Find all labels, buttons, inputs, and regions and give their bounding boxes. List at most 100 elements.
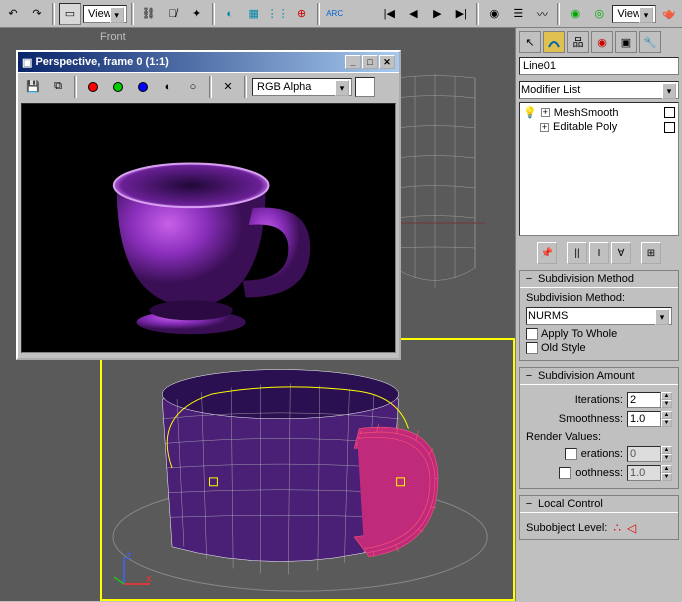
apply-whole-checkbox[interactable]: Apply To Whole (526, 328, 672, 340)
clone-icon[interactable]: ⧉ (47, 76, 69, 98)
blue-channel-icon[interactable] (132, 76, 154, 98)
modifier-label: MeshSmooth (554, 107, 619, 119)
channel-dropdown[interactable]: RGB Alpha (252, 78, 352, 96)
pin-stack-icon[interactable]: 📌 (537, 242, 557, 264)
render-iterations-spinner[interactable]: ▲▼ (627, 446, 672, 462)
modifier-stack[interactable]: 💡 + MeshSmooth + Editable Poly (519, 102, 679, 236)
subdivision-amount-rollout: Subdivision Amount Iterations: ▲▼ Smooth… (519, 367, 679, 489)
preview-title-text: Perspective, frame 0 (1:1) (35, 56, 168, 68)
modifier-item-meshsmooth[interactable]: 💡 + MeshSmooth (522, 105, 676, 120)
modify-tab-icon[interactable] (543, 31, 565, 53)
tool-layer-icon[interactable]: ☰ (507, 3, 529, 25)
hierarchy-tab-icon[interactable]: 品 (567, 31, 589, 53)
motion-tab-icon[interactable]: ◉ (591, 31, 613, 53)
expand-icon[interactable]: + (540, 123, 549, 132)
view-dropdown-1[interactable]: View (83, 5, 127, 23)
tool-quick-render-icon[interactable]: ◎ (588, 3, 610, 25)
iterations-spinner[interactable]: ▲▼ (627, 392, 672, 408)
tool-teapot-icon[interactable]: 🫖 (658, 3, 680, 25)
smoothness-label: Smoothness: (559, 413, 623, 425)
close-button[interactable]: ✕ (379, 55, 395, 69)
tool-unlink-icon[interactable]: ⛓̸ (162, 3, 184, 25)
local-control-rollout: Local Control Subobject Level: ∴ ◁ (519, 495, 679, 540)
alpha-channel-icon[interactable]: ○ (182, 76, 204, 98)
subdivision-method-rollout: Subdivision Method Subdivision Method: N… (519, 270, 679, 361)
subobject-label: Subobject Level: (526, 522, 607, 534)
render-preview-window: ▣ Perspective, frame 0 (1:1) _ □ ✕ 💾 ⧉ ◐… (16, 50, 401, 360)
modifier-list-dropdown[interactable]: Modifier List (519, 81, 679, 99)
render-iter-checkbox[interactable] (565, 448, 577, 460)
svg-text:z: z (126, 550, 132, 562)
rollout-header[interactable]: Subdivision Method (520, 271, 678, 288)
rollout-header[interactable]: Local Control (520, 496, 678, 513)
subdiv-method-label: Subdivision Method: (526, 292, 672, 304)
axis-gizmo-icon: z x (112, 549, 152, 589)
face-so-icon[interactable]: ◁ (627, 521, 636, 535)
tool-undo-icon[interactable]: ↶ (2, 3, 24, 25)
tool-key-prev-icon[interactable]: |◀ (378, 3, 400, 25)
remove-mod-icon[interactable]: ∀ (611, 242, 631, 264)
render-iter-label: erations: (581, 448, 623, 460)
render-smooth-label: oothness: (575, 467, 623, 479)
configure-icon[interactable]: ⊞ (641, 242, 661, 264)
svg-text:x: x (146, 573, 152, 585)
preview-titlebar[interactable]: ▣ Perspective, frame 0 (1:1) _ □ ✕ (18, 52, 399, 72)
save-image-icon[interactable]: 💾 (22, 76, 44, 98)
old-style-checkbox[interactable]: Old Style (526, 342, 672, 354)
smoothness-spinner[interactable]: ▲▼ (627, 411, 672, 427)
modifier-item-editpoly[interactable]: + Editable Poly (522, 120, 676, 134)
green-channel-icon[interactable] (107, 76, 129, 98)
render-smoothness-spinner[interactable]: ▲▼ (627, 465, 672, 481)
render-smooth-checkbox[interactable] (559, 467, 571, 479)
command-tabs: ↖ 品 ◉ ▣ 🔧 (519, 31, 679, 53)
red-channel-icon[interactable] (82, 76, 104, 98)
minimize-button[interactable]: _ (345, 55, 361, 69)
modifier-label: Editable Poly (553, 121, 617, 133)
create-tab-icon[interactable]: ↖ (519, 31, 541, 53)
command-panel: ↖ 品 ◉ ▣ 🔧 Modifier List 💡 + MeshSmooth +… (515, 28, 682, 601)
make-unique-icon[interactable]: I (589, 242, 609, 264)
handle-mesh (354, 424, 438, 557)
rollout-header[interactable]: Subdivision Amount (520, 368, 678, 385)
bg-color-swatch[interactable] (355, 77, 375, 97)
tool-curve-icon[interactable]: 〰 (531, 3, 553, 25)
main-toolbar: ↶ ↷ ▭ View ⛓ ⛓̸ ✦ ◐ ▦ ⋮⋮ ⊕ ARC |◀ ◀ ▶ ▶|… (0, 0, 682, 28)
object-name-input[interactable] (519, 57, 679, 75)
tool-key-next-icon[interactable]: ▶| (450, 3, 472, 25)
render-output (21, 103, 396, 353)
viewport-label: Front (100, 31, 126, 43)
vertex-so-icon[interactable]: ∴ (613, 521, 621, 535)
subdiv-method-dropdown[interactable]: NURMS (526, 307, 672, 325)
render-values-label: Render Values: (526, 431, 672, 443)
tool-align-icon[interactable]: ▦ (243, 3, 265, 25)
lightbulb-icon[interactable]: 💡 (523, 106, 537, 119)
tool-mirror-icon[interactable]: ◐ (219, 3, 241, 25)
view-dropdown-2[interactable]: View (612, 5, 656, 23)
tool-link-icon[interactable]: ⛓ (138, 3, 160, 25)
clear-icon[interactable]: ✕ (217, 76, 239, 98)
modifier-toggle[interactable] (664, 122, 675, 133)
tool-bind-icon[interactable]: ✦ (186, 3, 208, 25)
window-icon: ▣ (22, 56, 32, 69)
modifier-toggle[interactable] (664, 107, 675, 118)
tool-prev-icon[interactable]: ◀ (402, 3, 424, 25)
tool-array-icon[interactable]: ⋮⋮ (267, 3, 289, 25)
maximize-button[interactable]: □ (362, 55, 378, 69)
wireframe-mesh-persp (102, 340, 513, 599)
expand-icon[interactable]: + (541, 108, 550, 117)
display-tab-icon[interactable]: ▣ (615, 31, 637, 53)
stack-toolbar: 📌 || I ∀ ⊞ (519, 242, 679, 264)
mono-channel-icon[interactable]: ◐ (157, 76, 179, 98)
show-end-icon[interactable]: || (567, 242, 587, 264)
tool-next-icon[interactable]: ▶ (426, 3, 448, 25)
tool-render-icon[interactable]: ◉ (564, 3, 586, 25)
tool-redo-icon[interactable]: ↷ (26, 3, 48, 25)
viewport-bottom-left[interactable] (0, 338, 100, 601)
tool-snap-icon[interactable]: ⊕ (291, 3, 313, 25)
iterations-label: Iterations: (575, 394, 623, 406)
tool-select-icon[interactable]: ▭ (59, 3, 81, 25)
viewport-perspective[interactable]: z x (100, 338, 515, 601)
tool-arc-icon[interactable]: ARC (324, 3, 346, 25)
utilities-tab-icon[interactable]: 🔧 (639, 31, 661, 53)
tool-material-icon[interactable]: ◉ (483, 3, 505, 25)
